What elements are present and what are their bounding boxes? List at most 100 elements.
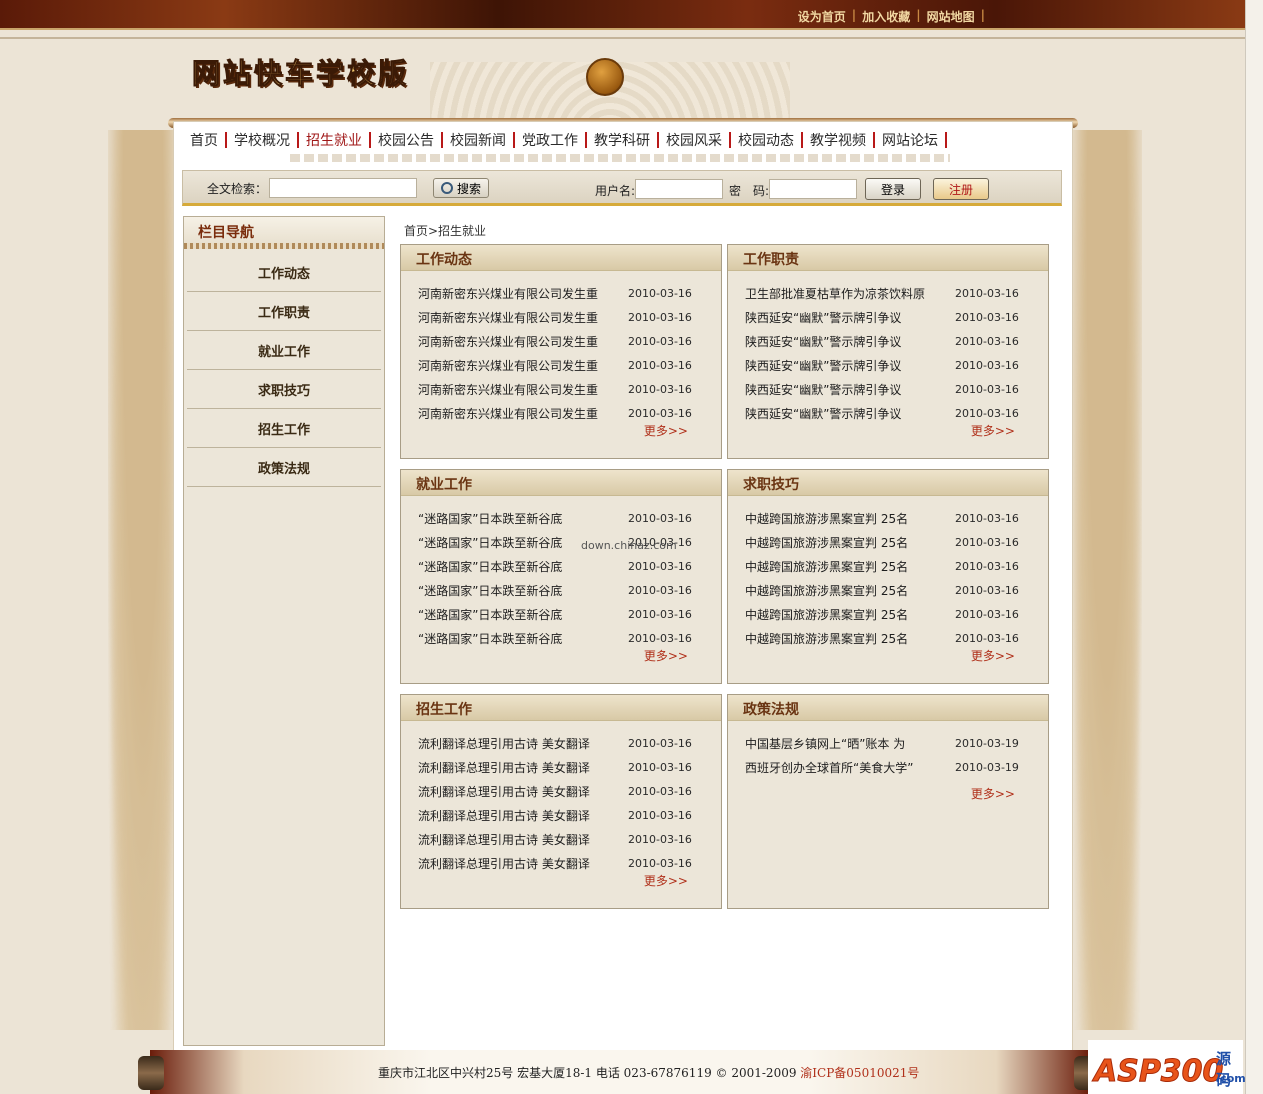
news-date: 2010-03-16 [628,736,692,750]
news-date: 2010-03-16 [628,583,692,597]
nav-separator [513,132,515,148]
news-title-link[interactable]: 陕西延安“幽默”警示牌引争议 [745,309,955,326]
add-favorite-link[interactable]: 加入收藏 [862,8,910,25]
news-list: 流利翻译总理引用古诗 美女翻译 2010-03-16 流利翻译总理引用古诗 美女翻译… [401,721,721,875]
news-item: 中越跨国旅游涉黑案宣判 25名 2010-03-16 [745,530,1048,554]
news-title-link[interactable]: 卫生部批准夏枯草作为凉茶饮料原 [745,285,955,302]
news-title-link[interactable]: 河南新密东兴煤业有限公司发生重 [418,381,628,398]
news-title-link[interactable]: “迷路国家”日本跌至新谷底 [418,558,628,575]
nav-item[interactable]: 学校概况 [230,130,294,150]
password-input[interactable] [769,179,857,199]
news-panel: 工作动态 河南新密东兴煤业有限公司发生重 2010-03-16 河南新密东兴煤业有限公… [400,244,722,459]
more-link[interactable]: 更多>> [971,785,1015,802]
icp-link[interactable]: 渝ICP备05010021号 [800,1066,919,1080]
news-title-link[interactable]: 河南新密东兴煤业有限公司发生重 [418,285,628,302]
sidebar-item[interactable]: 政策法规 [187,448,381,487]
nav-item[interactable]: 招生就业 [302,130,366,150]
news-date: 2010-03-16 [628,334,692,348]
username-input[interactable] [635,179,723,199]
panel-title: 工作职责 [728,245,1048,271]
set-homepage-link[interactable]: 设为首页 [798,8,846,25]
news-title-link[interactable]: 河南新密东兴煤业有限公司发生重 [418,333,628,350]
nav-item[interactable]: 教学科研 [590,130,654,150]
news-title-link[interactable]: 中国基层乡镇网上“晒”账本 为 [745,735,955,752]
nav-item[interactable]: 校园动态 [734,130,798,150]
news-title-link[interactable]: 河南新密东兴煤业有限公司发生重 [418,405,628,422]
news-item: 河南新密东兴煤业有限公司发生重 2010-03-16 [418,377,721,401]
site-logo[interactable]: 网站快车学校版 [191,52,409,92]
nav-separator [441,132,443,148]
site-map-link[interactable]: 网站地图 [927,8,975,25]
news-title-link[interactable]: 流利翻译总理引用古诗 美女翻译 [418,807,628,824]
news-title-link[interactable]: 西班牙创办全球首所“美食大学” [745,759,955,776]
page-scrollbar[interactable] [1245,0,1263,1094]
panel-title: 就业工作 [401,470,721,496]
nav-item[interactable]: 党政工作 [518,130,582,150]
news-list: “迷路国家”日本跌至新谷底 2010-03-16 “迷路国家”日本跌至新谷底 2010… [401,496,721,650]
sidebar-item[interactable]: 招生工作 [187,409,381,448]
sidebar-item[interactable]: 工作职责 [187,292,381,331]
news-item: 陕西延安“幽默”警示牌引争议 2010-03-16 [745,353,1048,377]
sidebar-item[interactable]: 就业工作 [187,331,381,370]
footer-address: 重庆市江北区中兴村25号 宏基大厦18-1 电话 023-67876119 © … [378,1066,801,1080]
news-title-link[interactable]: 中越跨国旅游涉黑案宣判 25名 [745,630,955,647]
news-title-link[interactable]: “迷路国家”日本跌至新谷底 [418,606,628,623]
search-input[interactable] [269,178,417,198]
footer-text: 重庆市江北区中兴村25号 宏基大厦18-1 电话 023-67876119 © … [378,1064,919,1081]
news-title-link[interactable]: 中越跨国旅游涉黑案宣判 25名 [745,558,955,575]
news-date: 2010-03-16 [955,559,1019,573]
news-title-link[interactable]: 流利翻译总理引用古诗 美女翻译 [418,783,628,800]
password-label: 密 码: [729,184,770,198]
news-date: 2010-03-16 [628,808,692,822]
nav-item[interactable]: 校园风采 [662,130,726,150]
sidebar-item[interactable]: 工作动态 [187,253,381,292]
nav-item[interactable]: 校园公告 [374,130,438,150]
news-date: 2010-03-19 [955,760,1019,774]
news-title-link[interactable]: 中越跨国旅游涉黑案宣判 25名 [745,510,955,527]
asp300-brand-logo[interactable]: ASP300 源码 .com [1088,1040,1246,1094]
news-date: 2010-03-16 [628,607,692,621]
more-link[interactable]: 更多>> [971,422,1015,439]
nav-item[interactable]: 网站论坛 [878,130,942,150]
news-title-link[interactable]: 陕西延安“幽默”警示牌引争议 [745,405,955,422]
news-title-link[interactable]: “迷路国家”日本跌至新谷底 [418,510,628,527]
news-title-link[interactable]: “迷路国家”日本跌至新谷底 [418,630,628,647]
news-title-link[interactable]: 河南新密东兴煤业有限公司发生重 [418,309,628,326]
news-title-link[interactable]: 陕西延安“幽默”警示牌引争议 [745,333,955,350]
news-item: “迷路国家”日本跌至新谷底 2010-03-16 [418,578,721,602]
more-link[interactable]: 更多>> [644,872,688,889]
nav-item[interactable]: 教学视频 [806,130,870,150]
search-button[interactable]: 搜索 [433,178,489,198]
more-link[interactable]: 更多>> [644,422,688,439]
more-link[interactable]: 更多>> [971,647,1015,664]
news-title-link[interactable]: “迷路国家”日本跌至新谷底 [418,582,628,599]
news-date: 2010-03-16 [628,511,692,525]
more-link[interactable]: 更多>> [644,647,688,664]
news-date: 2010-03-16 [955,310,1019,324]
login-button[interactable]: 登录 [865,178,921,200]
news-title-link[interactable]: 陕西延安“幽默”警示牌引争议 [745,381,955,398]
news-title-link[interactable]: 中越跨国旅游涉黑案宣判 25名 [745,606,955,623]
news-title-link[interactable]: 中越跨国旅游涉黑案宣判 25名 [745,534,955,551]
news-title-link[interactable]: 河南新密东兴煤业有限公司发生重 [418,357,628,374]
news-title-link[interactable]: 流利翻译总理引用古诗 美女翻译 [418,831,628,848]
panel-title: 政策法规 [728,695,1048,721]
nav-item[interactable]: 校园新闻 [446,130,510,150]
news-title-link[interactable]: 中越跨国旅游涉黑案宣判 25名 [745,582,955,599]
news-title-link[interactable]: 流利翻译总理引用古诗 美女翻译 [418,855,628,872]
news-title-link[interactable]: 流利翻译总理引用古诗 美女翻译 [418,759,628,776]
news-item: 中越跨国旅游涉黑案宣判 25名 2010-03-16 [745,506,1048,530]
register-button[interactable]: 注册 [933,178,989,200]
news-date: 2010-03-16 [955,406,1019,420]
news-date: 2010-03-16 [955,535,1019,549]
news-title-link[interactable]: 流利翻译总理引用古诗 美女翻译 [418,735,628,752]
nav-item[interactable]: 首页 [186,130,222,150]
news-item: “迷路国家”日本跌至新谷底 2010-03-16 [418,554,721,578]
nav-separator [801,132,803,148]
sidebar-item[interactable]: 求职技巧 [187,370,381,409]
news-item: 卫生部批准夏枯草作为凉茶饮料原 2010-03-16 [745,281,1048,305]
news-item: 中越跨国旅游涉黑案宣判 25名 2010-03-16 [745,554,1048,578]
news-title-link[interactable]: 陕西延安“幽默”警示牌引争议 [745,357,955,374]
news-item: 流利翻译总理引用古诗 美女翻译 2010-03-16 [418,803,721,827]
top-bar: 设为首页 | 加入收藏 | 网站地图 | [0,0,1245,30]
